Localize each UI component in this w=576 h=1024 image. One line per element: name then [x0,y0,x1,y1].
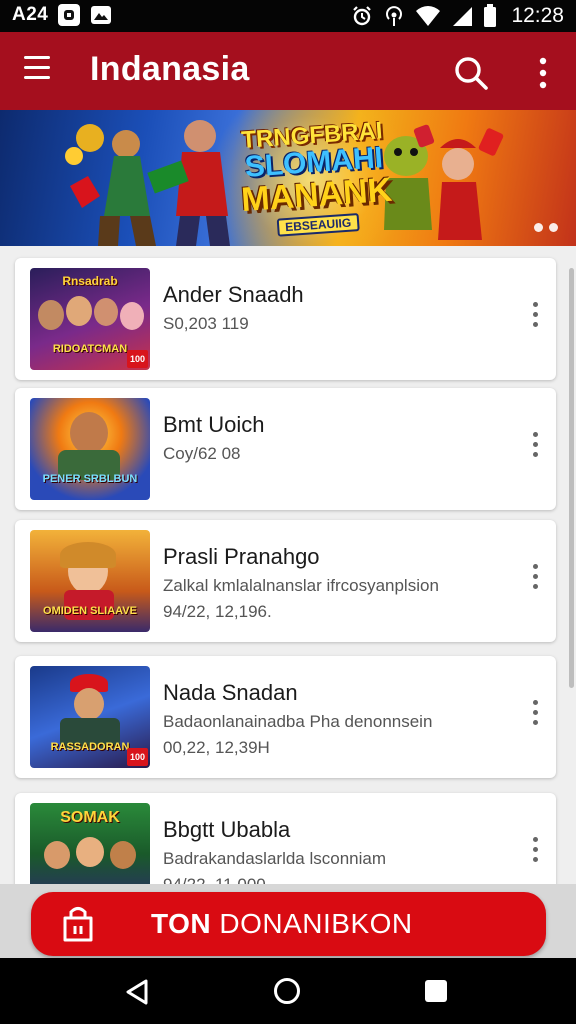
app-notification-icon [58,4,81,26]
system-nav-bar [0,958,576,1024]
thumb-badge: 100 [126,748,148,766]
wifi-icon [416,6,441,26]
banner-hero-right-image [384,124,504,240]
carrier-label: A24 [12,4,49,25]
app-bar: Indanasia [0,32,576,110]
thumb-badge: 100 [126,350,148,368]
item-meta: Coy/62 08 [163,444,241,463]
banner-dot[interactable] [549,223,558,232]
item-meta: 00,22, 12,39H [163,738,270,757]
status-bar: A24 12:28 [0,0,576,32]
list-item[interactable]: PENER SRBLBUN Bmt Uoich Coy/62 08 [15,388,556,510]
game-thumbnail: SOMAK [30,803,150,884]
back-triangle-icon[interactable] [124,978,150,1006]
image-notification-icon [91,6,112,24]
search-icon[interactable] [452,54,490,92]
item-description: Zalkal kmlalalnanslar ifrcosyanplsion [163,576,439,595]
item-meta: S0,203 119 [163,314,249,333]
banner-logo: TRNGFBRAI SLOMAHI MANANK EBSEAUIIG [236,117,394,239]
game-thumbnail: PENER SRBLBUN [30,398,150,500]
thumb-title: Rnsadrab [62,274,118,288]
thumb-title: SOMAK [60,809,120,826]
banner-page-indicator[interactable] [534,223,558,232]
game-thumbnail: RASSADORAN 100 [30,666,150,768]
list-item[interactable]: OMIDEN SLIAAVE Prasli Pranahgo Zalkal km… [15,520,556,642]
item-description: Badrakandaslarlda lsconniam [163,849,387,868]
item-meta: 94/22, 11,000 [163,875,266,884]
home-circle-icon[interactable] [274,978,300,1004]
promo-banner[interactable]: TRNGFBRAI SLOMAHI MANANK EBSEAUIIG [0,110,576,246]
battery-icon [484,4,497,27]
bag-icon [63,907,93,942]
list-item[interactable]: RASSADORAN 100 Nada Snadan Badaonlanaina… [15,656,556,778]
game-list[interactable]: Rnsadrab RIDOATCMAN 100 Ander Snaadh S0,… [0,246,576,884]
app-title: Indanasia [90,50,250,88]
list-item[interactable]: Rnsadrab RIDOATCMAN 100 Ander Snaadh S0,… [15,258,556,380]
cta-label-rest: DONANIBKON [211,908,413,939]
item-description: Badaonlanainadba Pha denonnsein [163,712,433,731]
item-title: Bbgtt Ubabla [163,817,291,842]
scrollbar[interactable] [569,268,574,688]
signal-icon [453,7,473,26]
item-more-icon[interactable] [528,700,542,734]
banner-line3: MANANK [239,170,394,220]
cta-strip: TON DONANIBKON [0,884,576,958]
banner-dot[interactable] [534,223,543,232]
item-title: Prasli Pranahgo [163,544,320,569]
download-button-label: TON DONANIBKON [151,908,413,940]
thumb-caption: OMIDEN SLIAAVE [43,605,137,618]
cta-label-strong: TON [151,908,212,939]
hotspot-icon [386,6,403,26]
thumb-caption: PENER SRBLBUN [42,473,138,486]
item-more-icon[interactable] [528,564,542,598]
more-vert-icon[interactable] [530,54,556,92]
alarm-icon [353,6,372,26]
list-item[interactable]: SOMAK Bbgtt Ubabla Badrakandaslarlda lsc… [15,793,556,884]
recent-apps-square-icon[interactable] [425,980,447,1002]
hamburger-menu-icon[interactable] [24,56,58,86]
banner-hero-left-image [65,120,230,246]
item-title: Ander Snaadh [163,282,304,307]
game-thumbnail: Rnsadrab RIDOATCMAN 100 [30,268,150,370]
item-more-icon[interactable] [528,432,542,466]
item-meta: 94/22, 12,196. [163,602,272,621]
item-more-icon[interactable] [528,302,542,336]
game-thumbnail: OMIDEN SLIAAVE [30,530,150,632]
download-button[interactable]: TON DONANIBKON [31,892,546,956]
item-title: Nada Snadan [163,680,298,705]
item-more-icon[interactable] [528,837,542,871]
item-title: Bmt Uoich [163,412,265,437]
clock: 12:28 [511,4,564,27]
